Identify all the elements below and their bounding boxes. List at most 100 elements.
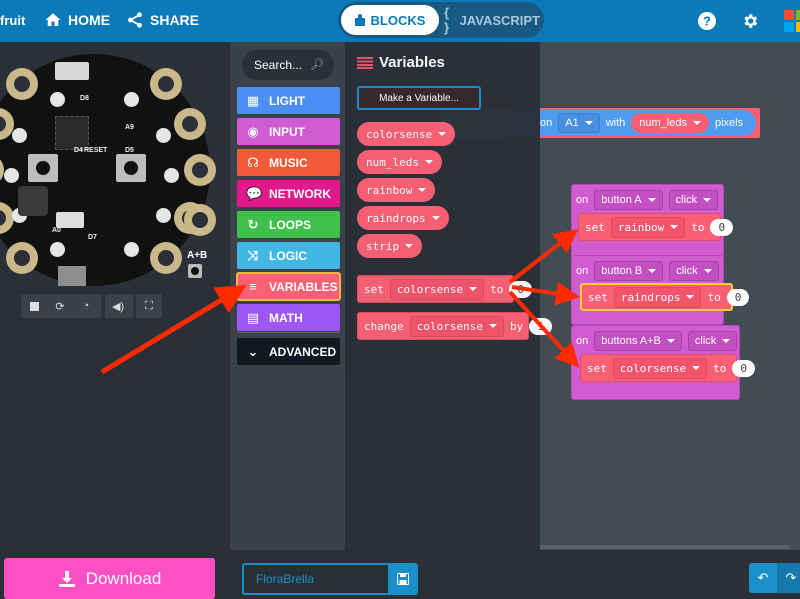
neopixel-led[interactable]	[164, 168, 179, 183]
blocks-tab[interactable]: BLOCKS	[341, 5, 439, 35]
home-icon	[45, 13, 61, 26]
variable-reporter-colorsense[interactable]: colorsense	[357, 122, 456, 146]
category-music[interactable]: ☊ MUSIC	[237, 149, 340, 176]
neopixel-led[interactable]	[124, 92, 139, 107]
variable-dropdown[interactable]: rainbow	[610, 216, 686, 238]
microsoft-logo[interactable]	[784, 10, 800, 32]
download-button[interactable]: Download	[4, 558, 215, 599]
variable-reporter-strip[interactable]: strip	[357, 234, 423, 258]
toolbox-search-input[interactable]: Search... 🔎︎	[242, 50, 334, 80]
slow-mo-button[interactable]: ◔	[73, 294, 99, 318]
workspace-horizontal-scrollbar[interactable]	[540, 545, 790, 549]
pin-pad[interactable]	[0, 154, 4, 186]
editor-mode-toggle: BLOCKS { } JAVASCRIPT	[338, 2, 544, 38]
variable-reporter-raindrops[interactable]: raindrops	[357, 206, 449, 230]
value-input[interactable]: 0	[710, 218, 734, 236]
stop-button[interactable]	[21, 294, 47, 318]
variable-name: raindrops	[366, 211, 426, 225]
ab-button[interactable]	[188, 264, 202, 278]
pin-pad[interactable]	[184, 154, 216, 186]
redo-button[interactable]: ↷	[777, 563, 800, 593]
button-dropdown[interactable]: button B	[594, 261, 664, 281]
refresh-icon: ⟳	[55, 300, 65, 313]
pin-pad[interactable]	[184, 204, 216, 236]
brand-logo-text[interactable]: fruit	[0, 13, 25, 28]
variable-reporter-rainbow[interactable]: rainbow	[357, 178, 436, 202]
variable-dropdown[interactable]: colorsense	[409, 315, 504, 337]
pin-pad[interactable]	[150, 68, 182, 100]
category-math[interactable]: ▤ MATH	[237, 304, 340, 331]
set-keyword: set	[587, 361, 607, 375]
value-input[interactable]: 0	[726, 288, 750, 306]
slide-switch[interactable]	[56, 212, 84, 228]
category-light[interactable]: ▦ LIGHT	[237, 87, 340, 114]
button-a[interactable]	[28, 154, 58, 182]
make-variable-button[interactable]: Make a Variable...	[357, 86, 481, 110]
caret-down-icon	[584, 121, 593, 125]
fullscreen-button[interactable]: ⛶	[136, 294, 162, 318]
category-loops[interactable]: ↻ LOOPS	[237, 211, 340, 238]
neopixel-led[interactable]	[12, 128, 27, 143]
javascript-tab[interactable]: { } JAVASCRIPT	[444, 5, 540, 35]
action-dropdown[interactable]: click	[687, 331, 738, 351]
strip-on-text: on	[540, 117, 553, 129]
pin-pad[interactable]	[6, 68, 38, 100]
pin-dropdown[interactable]: A1	[558, 113, 600, 133]
ab-button-label: A+B	[187, 250, 208, 261]
category-network[interactable]: 💬 NETWORK	[237, 180, 340, 207]
search-placeholder: Search...	[254, 58, 303, 72]
caret-down-icon	[424, 160, 433, 164]
value-input[interactable]: 0	[509, 280, 532, 298]
category-input[interactable]: ◉ INPUT	[237, 118, 340, 145]
variable-dropdown[interactable]: colorsense	[612, 357, 708, 379]
project-name-input[interactable]: FloraBrella	[242, 563, 388, 595]
pin-pad[interactable]	[6, 242, 38, 274]
set-raindrops-block[interactable]: set raindrops to 0	[580, 283, 750, 311]
change-variable-block[interactable]: change colorsense by 1	[357, 312, 552, 340]
help-button[interactable]: ?	[696, 10, 718, 32]
variable-reporter-num_leds[interactable]: num_leds	[357, 150, 442, 174]
variable-dropdown[interactable]: colorsense	[389, 278, 485, 300]
circuit-playground-board[interactable]: D8 D4 D5 TX RESET A0 D7 A9 A8	[0, 54, 216, 286]
battery-connector	[58, 266, 86, 286]
neopixel-led[interactable]	[4, 168, 19, 183]
category-label: ADVANCED	[269, 344, 337, 359]
settings-button[interactable]	[739, 10, 761, 32]
top-bar: fruit HOME SHARE BLOCKS { } JAVASCRIPT ?	[0, 0, 800, 42]
action-dropdown[interactable]: click	[668, 190, 719, 210]
caret-down-icon	[405, 244, 414, 248]
button-value: button B	[601, 265, 643, 277]
set-colorsense-block[interactable]: set colorsense to 0	[580, 354, 755, 382]
caret-down-icon	[647, 198, 656, 202]
neopixel-led[interactable]	[124, 242, 139, 257]
category-advanced[interactable]: ⌄ ADVANCED	[237, 338, 340, 365]
button-dropdown[interactable]: buttons A+B	[594, 331, 682, 351]
value-input[interactable]: 1	[529, 317, 552, 335]
button-b[interactable]	[116, 154, 146, 182]
neopixel-led[interactable]	[50, 92, 65, 107]
neopixel-led[interactable]	[156, 208, 171, 223]
save-button[interactable]	[388, 563, 418, 595]
home-button[interactable]: HOME	[44, 11, 110, 29]
neopixel-led[interactable]	[50, 242, 65, 257]
action-dropdown[interactable]: click	[669, 261, 719, 281]
value-input[interactable]: 0	[732, 359, 755, 377]
pin-pad[interactable]	[174, 108, 206, 140]
simulator-panel: D8 D4 D5 TX RESET A0 D7 A9 A8 A+B ⟳ ◔ ◀)…	[0, 42, 230, 550]
restart-button[interactable]: ⟳	[47, 294, 73, 318]
undo-button[interactable]: ↶	[749, 563, 777, 593]
category-logic[interactable]: ⤨ LOGIC	[237, 242, 340, 269]
variable-dropdown[interactable]: raindrops	[613, 286, 702, 308]
headphones-icon: ☊	[247, 154, 259, 170]
to-keyword: to	[691, 220, 705, 234]
button-dropdown[interactable]: button A	[594, 190, 663, 210]
neopixel-led[interactable]	[156, 128, 171, 143]
set-rainbow-block[interactable]: set rainbow to 0	[578, 213, 734, 241]
set-variable-block[interactable]: set colorsense to 0	[357, 275, 532, 303]
num-leds-reporter[interactable]: num_leds	[631, 113, 709, 133]
pin-pad[interactable]	[150, 242, 182, 274]
label-d5: D5	[125, 147, 134, 154]
category-variables[interactable]: ≡ VARIABLES	[236, 272, 341, 301]
share-button[interactable]: SHARE	[126, 11, 199, 29]
mute-button[interactable]: ◀)	[105, 294, 131, 318]
